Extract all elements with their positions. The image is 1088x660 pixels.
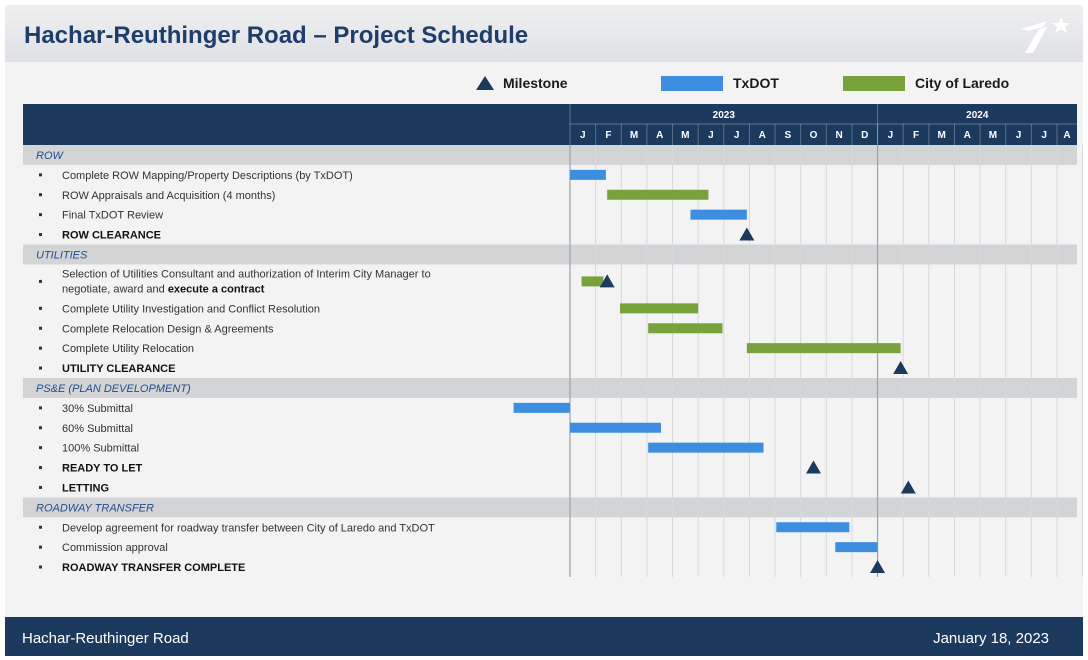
task-label-4: ROW CLEARANCE (62, 230, 161, 242)
task-label-14: 100% Submittal (62, 443, 139, 455)
month-label-5: J (708, 130, 714, 141)
task-bar-14-0 (648, 442, 764, 453)
task-bar-19-0 (835, 542, 878, 553)
bullet-7 (39, 306, 42, 310)
task-bar-3-0 (690, 209, 747, 220)
task-label-line2-6: negotiate, award and execute a contract (62, 283, 265, 295)
task-label-2: ROW Appraisals and Acquisition (4 months… (62, 190, 275, 202)
bullet-13 (39, 426, 42, 430)
month-label-16: M (989, 130, 997, 141)
task-label-16: LETTING (62, 482, 109, 494)
month-label-15: A (964, 130, 971, 141)
gantt-chart: 2023 2024 J F M A M J J A S O N D J F M A M J J A ROW Complete … (23, 104, 1083, 577)
bullet-6 (39, 279, 42, 283)
task-bar-12-0 (513, 402, 570, 413)
bullet-2 (39, 193, 42, 197)
month-label-17: J (1016, 130, 1022, 141)
month-label-3: A (656, 130, 663, 141)
task-bar-6-0 (581, 276, 604, 287)
task-label-3: Final TxDOT Review (62, 210, 163, 222)
month-label-0: J (580, 130, 586, 141)
bullet-12 (39, 406, 42, 410)
section-band-17 (23, 497, 1077, 518)
year-label-2023: 2023 (713, 110, 736, 121)
task-bar-1-0 (570, 169, 606, 180)
footer-project-name: Hachar-Reuthinger Road (22, 630, 189, 647)
month-label-12: J (888, 130, 894, 141)
month-label-14: M (937, 130, 945, 141)
task-bar-18-0 (776, 522, 850, 533)
month-label-8: S (785, 130, 792, 141)
task-bar-7-0 (619, 303, 699, 314)
month-label-13: F (913, 130, 919, 141)
footer-date: January 18, 2023 (933, 630, 1049, 647)
bullet-9 (39, 346, 42, 350)
bullet-4 (39, 233, 42, 237)
month-label-2: M (630, 130, 638, 141)
bullet-20 (39, 565, 42, 569)
section-label-11: PS&E (PLAN DEVELOPMENT) (36, 383, 191, 395)
task-label-13: 60% Submittal (62, 423, 133, 435)
month-label-9: O (810, 130, 818, 141)
task-label-7: Complete Utility Investigation and Confl… (62, 303, 320, 315)
month-label-4: M (681, 130, 689, 141)
task-label-10: UTILITY CLEARANCE (62, 363, 175, 375)
task-label-19: Commission approval (62, 542, 168, 554)
task-label-18: Develop agreement for roadway transfer b… (62, 522, 435, 534)
task-label-6: Selection of Utilities Consultant and au… (62, 268, 431, 280)
task-label-9: Complete Utility Relocation (62, 343, 194, 355)
task-bar-8-0 (648, 323, 723, 334)
milestone-marker-4-0 (739, 227, 755, 241)
slide: Hachar-Reuthinger Road – Project Schedul… (5, 5, 1083, 656)
bullet-15 (39, 466, 42, 470)
year-label-2024: 2024 (966, 110, 989, 121)
milestone-marker-15-0 (805, 460, 821, 474)
month-label-18: J (1041, 130, 1047, 141)
milestone-marker-20-0 (870, 560, 886, 574)
bullet-14 (39, 446, 42, 450)
bullet-10 (39, 366, 42, 370)
section-label-17: ROADWAY TRANSFER (36, 502, 154, 514)
bullet-18 (39, 525, 42, 529)
month-label-1: F (605, 130, 611, 141)
bullet-1 (39, 173, 42, 177)
bullet-19 (39, 545, 42, 549)
task-label-1: Complete ROW Mapping/Property Descriptio… (62, 170, 353, 182)
task-label-line2-bold-6: execute a contract (168, 283, 265, 295)
month-label-7: A (759, 130, 766, 141)
footer: Hachar-Reuthinger Road January 18, 2023 (5, 617, 1083, 656)
section-band-0 (23, 145, 1077, 165)
month-label-6: J (734, 130, 740, 141)
section-label-0: ROW (36, 150, 65, 162)
bullet-16 (39, 485, 42, 489)
task-label-15: READY TO LET (62, 463, 143, 475)
task-label-line2-text-6: negotiate, award and (62, 283, 168, 295)
section-band-5 (23, 244, 1077, 265)
bullet-3 (39, 213, 42, 217)
month-label-19: A (1063, 130, 1070, 141)
task-bar-2-0 (607, 189, 709, 200)
month-label-11: D (861, 130, 868, 141)
bullet-8 (39, 326, 42, 330)
section-label-5: UTILITIES (36, 249, 88, 261)
milestone-marker-10-0 (893, 361, 909, 375)
task-bar-9-0 (746, 343, 901, 354)
month-label-10: N (835, 130, 842, 141)
task-label-8: Complete Relocation Design & Agreements (62, 323, 274, 335)
task-label-12: 30% Submittal (62, 403, 133, 415)
task-label-20: ROADWAY TRANSFER COMPLETE (62, 562, 245, 574)
task-bar-13-0 (570, 422, 661, 433)
